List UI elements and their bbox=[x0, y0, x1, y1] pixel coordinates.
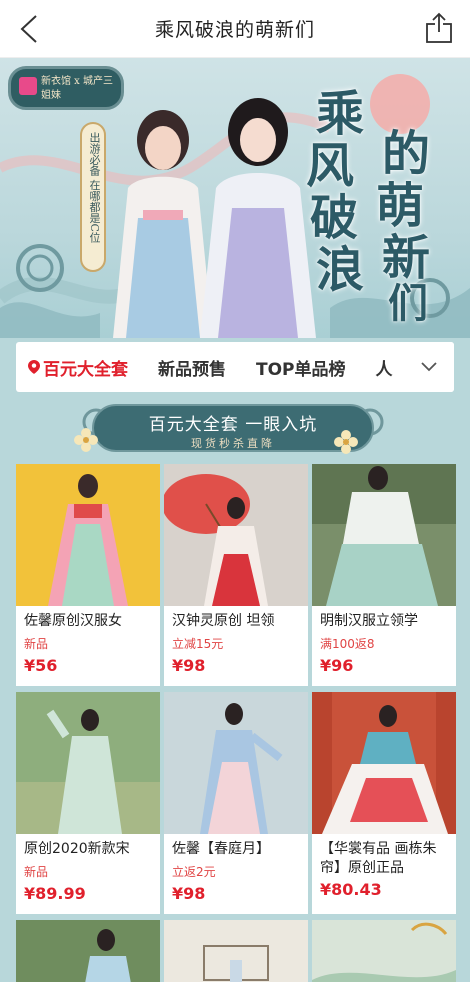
product-card-partial[interactable] bbox=[16, 920, 160, 982]
product-image bbox=[16, 920, 160, 982]
hero-banner[interactable]: 新衣馆 x 城产三姐妹 出游必备 在哪都是C位 乘 风 破 浪 的 萌 新 们 bbox=[0, 58, 470, 338]
page-title: 乘风破浪的萌新们 bbox=[154, 19, 315, 41]
section-header-ribbon: 百元大全套 一眼入坑 现货秒杀直降 bbox=[74, 400, 386, 456]
chevron-down-icon bbox=[421, 362, 437, 372]
product-tag: 新品 bbox=[24, 637, 49, 651]
product-price: ¥96 bbox=[320, 656, 354, 675]
calligraphy-char: 风 bbox=[306, 138, 355, 194]
tab-more-partial[interactable]: 人 bbox=[376, 355, 393, 380]
product-price: ¥89.99 bbox=[24, 884, 86, 903]
product-card[interactable]: 佐馨【春庭月】 立返2元 ¥98 bbox=[164, 692, 308, 914]
product-image bbox=[16, 692, 160, 834]
product-tag: 立减15元 bbox=[172, 637, 224, 651]
product-image bbox=[164, 920, 308, 982]
product-price: ¥98 bbox=[172, 656, 206, 675]
section-subtitle: 现货秒杀直降 bbox=[191, 437, 275, 450]
tab-label: 百元大全套 bbox=[43, 359, 128, 380]
calligraphy-char: 乘 bbox=[316, 86, 365, 142]
top-nav-bar: 乘风破浪的萌新们 bbox=[0, 0, 470, 58]
product-tag: 新品 bbox=[24, 865, 49, 879]
ribbon-bar: 百元大全套 一眼入坑 现货秒杀直降 bbox=[92, 404, 374, 452]
tab-label: 人 bbox=[375, 359, 393, 380]
calligraphy-char: 萌 bbox=[376, 178, 425, 234]
product-card[interactable]: 佐馨原创汉服女 新品 ¥56 bbox=[16, 464, 160, 686]
product-title: 佐馨【春庭月】 bbox=[172, 841, 270, 857]
product-card-partial[interactable] bbox=[312, 920, 456, 982]
product-image bbox=[16, 464, 160, 606]
section-title: 百元大全套 一眼入坑 bbox=[148, 415, 318, 435]
tab-top-items[interactable]: TOP单品榜 bbox=[256, 355, 346, 380]
product-card-partial[interactable] bbox=[164, 920, 308, 982]
product-card[interactable]: 原创2020新款宋 新品 ¥89.99 bbox=[16, 692, 160, 914]
product-title: 汉钟灵原创 坦领 bbox=[172, 613, 275, 629]
back-arrow-icon[interactable] bbox=[14, 12, 48, 46]
product-card[interactable]: 汉钟灵原创 坦领 立减15元 ¥98 bbox=[164, 464, 308, 686]
brand-text: 新衣馆 x 城产三姐妹 bbox=[41, 76, 113, 101]
product-card[interactable]: 明制汉服立领学 满100返8 ¥96 bbox=[312, 464, 456, 686]
calligraphy-char: 浪 bbox=[316, 242, 365, 298]
product-card[interactable]: 【华裳有品 画栋朱帘】原创正品 ¥80.43 bbox=[312, 692, 456, 914]
tab-new-presale[interactable]: 新品预售 bbox=[158, 355, 226, 380]
flower-icon bbox=[74, 428, 98, 452]
calligraphy-char: 们 bbox=[388, 280, 428, 327]
share-icon[interactable] bbox=[424, 12, 454, 44]
product-image bbox=[164, 692, 308, 834]
product-tag: 满100返8 bbox=[320, 637, 375, 651]
expand-tabs-button[interactable] bbox=[404, 342, 454, 392]
calligraphy-char: 新 bbox=[382, 230, 431, 286]
product-tag: 立返2元 bbox=[172, 865, 216, 879]
product-image bbox=[164, 464, 308, 606]
hero-tagline: 出游必备 在哪都是C位 bbox=[80, 122, 106, 272]
location-pin-icon bbox=[28, 360, 40, 374]
tab-label: TOP单品榜 bbox=[256, 359, 346, 380]
tab-label: 新品预售 bbox=[158, 359, 226, 380]
flower-icon bbox=[334, 430, 358, 454]
brand-badge: 新衣馆 x 城产三姐妹 bbox=[8, 66, 124, 110]
product-title: 原创2020新款宋 bbox=[24, 841, 130, 857]
product-image bbox=[312, 920, 456, 982]
product-title: 明制汉服立领学 bbox=[320, 613, 418, 629]
product-price: ¥56 bbox=[24, 656, 58, 675]
model-right-image bbox=[200, 98, 316, 338]
product-image bbox=[312, 692, 456, 834]
product-price: ¥80.43 bbox=[320, 880, 382, 899]
product-image bbox=[312, 464, 456, 606]
category-tab-bar: 百元大全套 新品预售 TOP单品榜 人 bbox=[16, 342, 454, 392]
calligraphy-char: 破 bbox=[310, 190, 359, 246]
hero-calligraphy-title: 乘 风 破 浪 的 萌 新 们 bbox=[306, 86, 456, 327]
product-title: 佐馨原创汉服女 bbox=[24, 613, 122, 629]
product-price: ¥98 bbox=[172, 884, 206, 903]
brand-logo bbox=[19, 77, 37, 95]
product-title: 【华裳有品 画栋朱帘】原创正品 bbox=[320, 841, 437, 876]
tab-hundred-yuan-set[interactable]: 百元大全套 bbox=[28, 355, 128, 380]
calligraphy-char: 的 bbox=[382, 126, 431, 182]
